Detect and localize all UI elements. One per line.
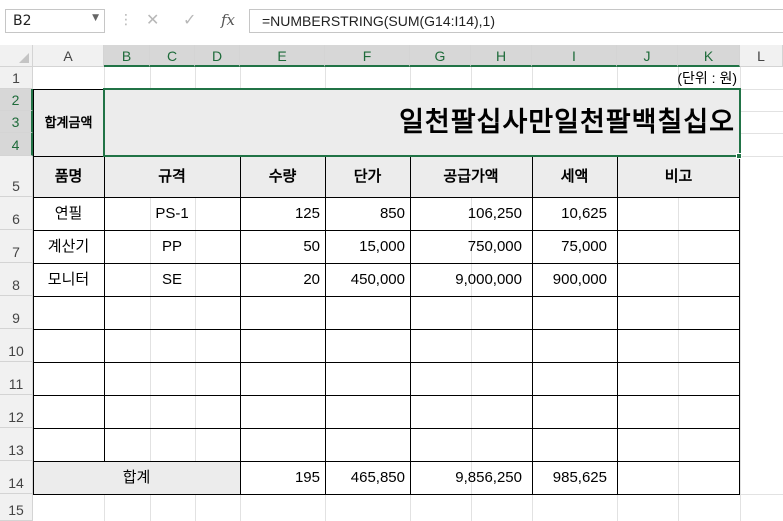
item-price[interactable]: 450,000	[325, 263, 405, 296]
column-header-h[interactable]: H	[471, 45, 532, 67]
unit-note: (단위 : 원)	[677, 70, 737, 86]
selection-outline	[103, 88, 741, 157]
column-header-c[interactable]: C	[150, 45, 195, 67]
more-options-icon[interactable]: ⋮	[119, 12, 133, 28]
row-header-4[interactable]: 4	[0, 133, 33, 156]
table-border	[33, 230, 740, 231]
header-note: 비고	[664, 168, 693, 185]
fill-handle[interactable]	[736, 153, 742, 159]
select-all-button[interactable]	[0, 45, 33, 67]
column-header-d[interactable]: D	[195, 45, 240, 67]
enter-icon[interactable]: ✓	[183, 10, 196, 29]
item-supply[interactable]: 106,250	[410, 197, 522, 230]
sum-price[interactable]: 465,850	[325, 461, 405, 494]
column-header-f[interactable]: F	[325, 45, 410, 67]
table-border	[33, 89, 34, 495]
column-header-j[interactable]: J	[617, 45, 678, 67]
table-border	[617, 156, 618, 495]
item-tax[interactable]: 75,000	[532, 230, 607, 263]
header-name: 품명	[54, 168, 83, 185]
item-qty[interactable]: 125	[240, 197, 320, 230]
header-supply: 공급가액	[443, 168, 499, 185]
name-box[interactable]: B2 ▼	[5, 9, 105, 33]
row-header-5[interactable]: 5	[0, 156, 33, 197]
item-tax[interactable]: 10,625	[532, 197, 607, 230]
table-border	[33, 362, 740, 363]
table-border	[33, 296, 740, 297]
sum-label: 합계	[122, 469, 151, 486]
row-header-1[interactable]: 1	[0, 67, 33, 89]
chevron-down-icon[interactable]: ▼	[92, 13, 99, 23]
table-border	[33, 329, 740, 330]
table-border	[33, 428, 740, 429]
item-supply[interactable]: 750,000	[410, 230, 522, 263]
column-header-g[interactable]: G	[410, 45, 471, 67]
row-header-7[interactable]: 7	[0, 230, 33, 263]
total-amount-label: 합계금액	[44, 115, 93, 130]
row-header-15[interactable]: 15	[0, 494, 33, 521]
item-name[interactable]: 계산기	[33, 230, 104, 263]
gridline	[740, 133, 783, 134]
table-border	[325, 156, 326, 495]
column-header-a[interactable]: A	[33, 45, 104, 67]
item-price[interactable]: 850	[325, 197, 405, 230]
table-border	[33, 263, 740, 264]
formula-input[interactable]: =NUMBERSTRING(SUM(G14:I14),1)	[249, 9, 783, 33]
item-name[interactable]: 모니터	[33, 263, 104, 296]
column-header-e[interactable]: E	[240, 45, 325, 67]
table-border	[532, 156, 533, 495]
table-border	[240, 156, 241, 495]
item-qty[interactable]: 20	[240, 263, 320, 296]
row-header-9[interactable]: 9	[0, 296, 33, 329]
row-header-14[interactable]: 14	[0, 461, 33, 494]
row-header-13[interactable]: 13	[0, 428, 33, 461]
row-header-8[interactable]: 8	[0, 263, 33, 296]
row-header-11[interactable]: 11	[0, 362, 33, 395]
table-border	[33, 461, 740, 462]
header-qty: 수량	[268, 168, 297, 185]
column-header-l[interactable]: L	[740, 45, 783, 67]
formula-bar: B2 ▼ ⋮ ✕ ✓ fx =NUMBERSTRING(SUM(G14:I14)…	[0, 0, 783, 44]
column-header-i[interactable]: I	[532, 45, 617, 67]
table-border	[410, 156, 411, 495]
column-header-b[interactable]: B	[104, 45, 150, 67]
item-tax[interactable]: 900,000	[532, 263, 607, 296]
insert-function-icon[interactable]: fx	[221, 11, 235, 29]
item-name[interactable]: 연필	[33, 197, 104, 230]
item-price[interactable]: 15,000	[325, 230, 405, 263]
sum-supply[interactable]: 9,856,250	[410, 461, 522, 494]
header-tax: 세액	[560, 168, 589, 185]
item-spec[interactable]: PP	[104, 230, 240, 263]
cancel-icon[interactable]: ✕	[146, 10, 159, 29]
header-price: 단가	[353, 168, 382, 185]
item-spec[interactable]: PS-1	[104, 197, 240, 230]
sum-qty[interactable]: 195	[240, 461, 320, 494]
row-header-2[interactable]: 2	[0, 89, 33, 111]
item-supply[interactable]: 9,000,000	[410, 263, 522, 296]
row-header-6[interactable]: 6	[0, 197, 33, 230]
item-qty[interactable]: 50	[240, 230, 320, 263]
column-header-k[interactable]: K	[678, 45, 740, 67]
row-header-12[interactable]: 12	[0, 395, 33, 428]
table-border	[33, 494, 740, 495]
gridline	[740, 111, 783, 112]
row-header-3[interactable]: 3	[0, 111, 33, 133]
row-header-10[interactable]: 10	[0, 329, 33, 362]
name-box-value: B2	[13, 13, 32, 29]
table-border	[33, 197, 740, 198]
table-border	[33, 395, 740, 396]
sum-tax[interactable]: 985,625	[532, 461, 607, 494]
item-spec[interactable]: SE	[104, 263, 240, 296]
header-spec: 규격	[158, 168, 186, 185]
